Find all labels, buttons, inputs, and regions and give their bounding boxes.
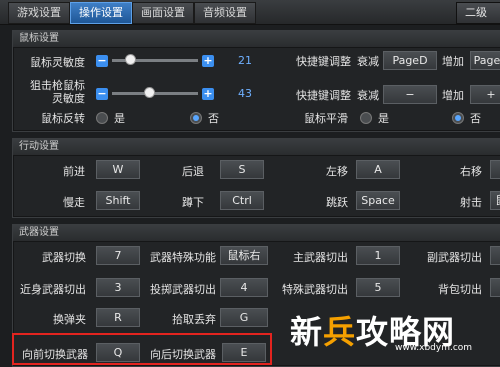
sniper-increase-button[interactable]: + — [202, 88, 214, 100]
back-key[interactable]: S — [220, 160, 264, 179]
tab-control-settings[interactable]: 操作设置 — [70, 2, 132, 24]
throw-weapon-label: 投掷武器切出 — [150, 283, 216, 296]
melee-weapon-key[interactable]: 3 — [96, 278, 140, 297]
mouse-smooth-label: 鼠标平滑 — [304, 112, 348, 125]
smooth-yes-radio[interactable] — [360, 112, 372, 124]
sniper-value: 43 — [238, 87, 252, 100]
sniper-slider-handle[interactable] — [143, 87, 155, 98]
secondary-weapon-label: 副武器切出 — [427, 251, 482, 264]
strafe-right-label: 右移 — [460, 165, 482, 178]
weapon-special-key[interactable]: 鼠标右 — [220, 246, 268, 265]
special-weapon-key[interactable]: 5 — [356, 278, 400, 297]
primary-weapon-label: 主武器切出 — [293, 251, 348, 264]
sniper-slider-track[interactable] — [112, 92, 198, 95]
forward-label: 前进 — [63, 165, 85, 178]
back-label: 后退 — [182, 165, 204, 178]
weapon-switch-key[interactable]: 7 — [96, 246, 140, 265]
sensitivity-slider-handle[interactable] — [125, 54, 137, 65]
invert-no-radio[interactable] — [190, 112, 202, 124]
pickup-drop-key[interactable]: G — [220, 308, 268, 327]
weapon-switch-label: 武器切换 — [42, 251, 86, 264]
hotkey-adjust-label-1: 快捷键调整 — [296, 55, 351, 68]
top-tab-bar: 游戏设置 操作设置 画面设置 音频设置 二级 — [0, 0, 500, 25]
hotkey-decrease-key-2[interactable]: − — [383, 85, 437, 104]
walk-label: 慢走 — [63, 196, 85, 209]
sniper-decrease-button[interactable]: − — [96, 88, 108, 100]
decrease-label-2: 衰减 — [357, 89, 379, 102]
increase-label-2: 增加 — [442, 89, 464, 102]
sensitivity-decrease-button[interactable]: − — [96, 55, 108, 67]
strafe-left-label: 左移 — [326, 165, 348, 178]
strafe-right-key[interactable] — [490, 160, 500, 179]
mouse-settings-panel: 鼠标设置 — [12, 30, 500, 132]
crouch-key[interactable]: Ctrl — [220, 191, 264, 210]
invert-yes-label: 是 — [114, 112, 125, 125]
sensitivity-increase-button[interactable]: + — [202, 55, 214, 67]
strafe-left-key[interactable]: A — [356, 160, 400, 179]
backpack-key[interactable] — [490, 278, 500, 297]
pickup-drop-label: 拾取丢弃 — [172, 313, 216, 326]
hotkey-increase-key-1[interactable]: PageU — [470, 51, 500, 70]
site-watermark: 新兵攻略网 www.xbdym.com — [290, 307, 472, 353]
tab-game-settings[interactable]: 游戏设置 — [8, 2, 70, 24]
watermark-char-1: 新 — [290, 313, 324, 351]
highlight-box — [12, 333, 272, 365]
invert-yes-radio[interactable] — [96, 112, 108, 124]
mouse-settings-header: 鼠标设置 — [13, 31, 500, 48]
fire-label: 射击 — [460, 196, 482, 209]
reload-label: 换弹夹 — [53, 313, 86, 326]
sniper-sensitivity-label: 狙击枪鼠标灵敏度 — [30, 79, 85, 105]
watermark-char-2: 兵 — [323, 313, 357, 351]
melee-weapon-label: 近身武器切出 — [20, 283, 86, 296]
sensitivity-value: 21 — [238, 54, 252, 67]
invert-mouse-label: 鼠标反转 — [41, 112, 85, 125]
throw-weapon-key[interactable]: 4 — [220, 278, 268, 297]
tab-audio-settings[interactable]: 音频设置 — [194, 2, 256, 24]
smooth-no-label: 否 — [470, 112, 481, 125]
smooth-no-radio[interactable] — [452, 112, 464, 124]
secondary-weapon-key[interactable] — [490, 246, 500, 265]
decrease-label-1: 衰减 — [357, 55, 379, 68]
smooth-yes-label: 是 — [378, 112, 389, 125]
sensitivity-label: 鼠标灵敏度 — [30, 56, 85, 69]
invert-no-label: 否 — [208, 112, 219, 125]
special-weapon-label: 特殊武器切出 — [282, 283, 348, 296]
crouch-label: 蹲下 — [182, 196, 204, 209]
forward-key[interactable]: W — [96, 160, 140, 179]
weapon-special-label: 武器特殊功能 — [150, 251, 216, 264]
hotkey-decrease-key-1[interactable]: PageD — [383, 51, 437, 70]
movement-settings-header: 行动设置 — [13, 139, 500, 156]
fire-key[interactable]: 鼠 — [490, 191, 500, 210]
jump-key[interactable]: Space — [356, 191, 400, 210]
weapon-settings-header: 武器设置 — [13, 225, 500, 242]
tab-graphics-settings[interactable]: 画面设置 — [132, 2, 194, 24]
hotkey-increase-key-2[interactable]: + — [470, 85, 500, 104]
watermark-url: www.xbdym.com — [395, 343, 473, 353]
secondary-button[interactable]: 二级 — [456, 2, 500, 24]
walk-key[interactable]: Shift — [96, 191, 140, 210]
reload-key[interactable]: R — [96, 308, 140, 327]
backpack-label: 背包切出 — [438, 283, 482, 296]
hotkey-adjust-label-2: 快捷键调整 — [296, 89, 351, 102]
primary-weapon-key[interactable]: 1 — [356, 246, 400, 265]
increase-label-1: 增加 — [442, 55, 464, 68]
jump-label: 跳跃 — [326, 196, 348, 209]
